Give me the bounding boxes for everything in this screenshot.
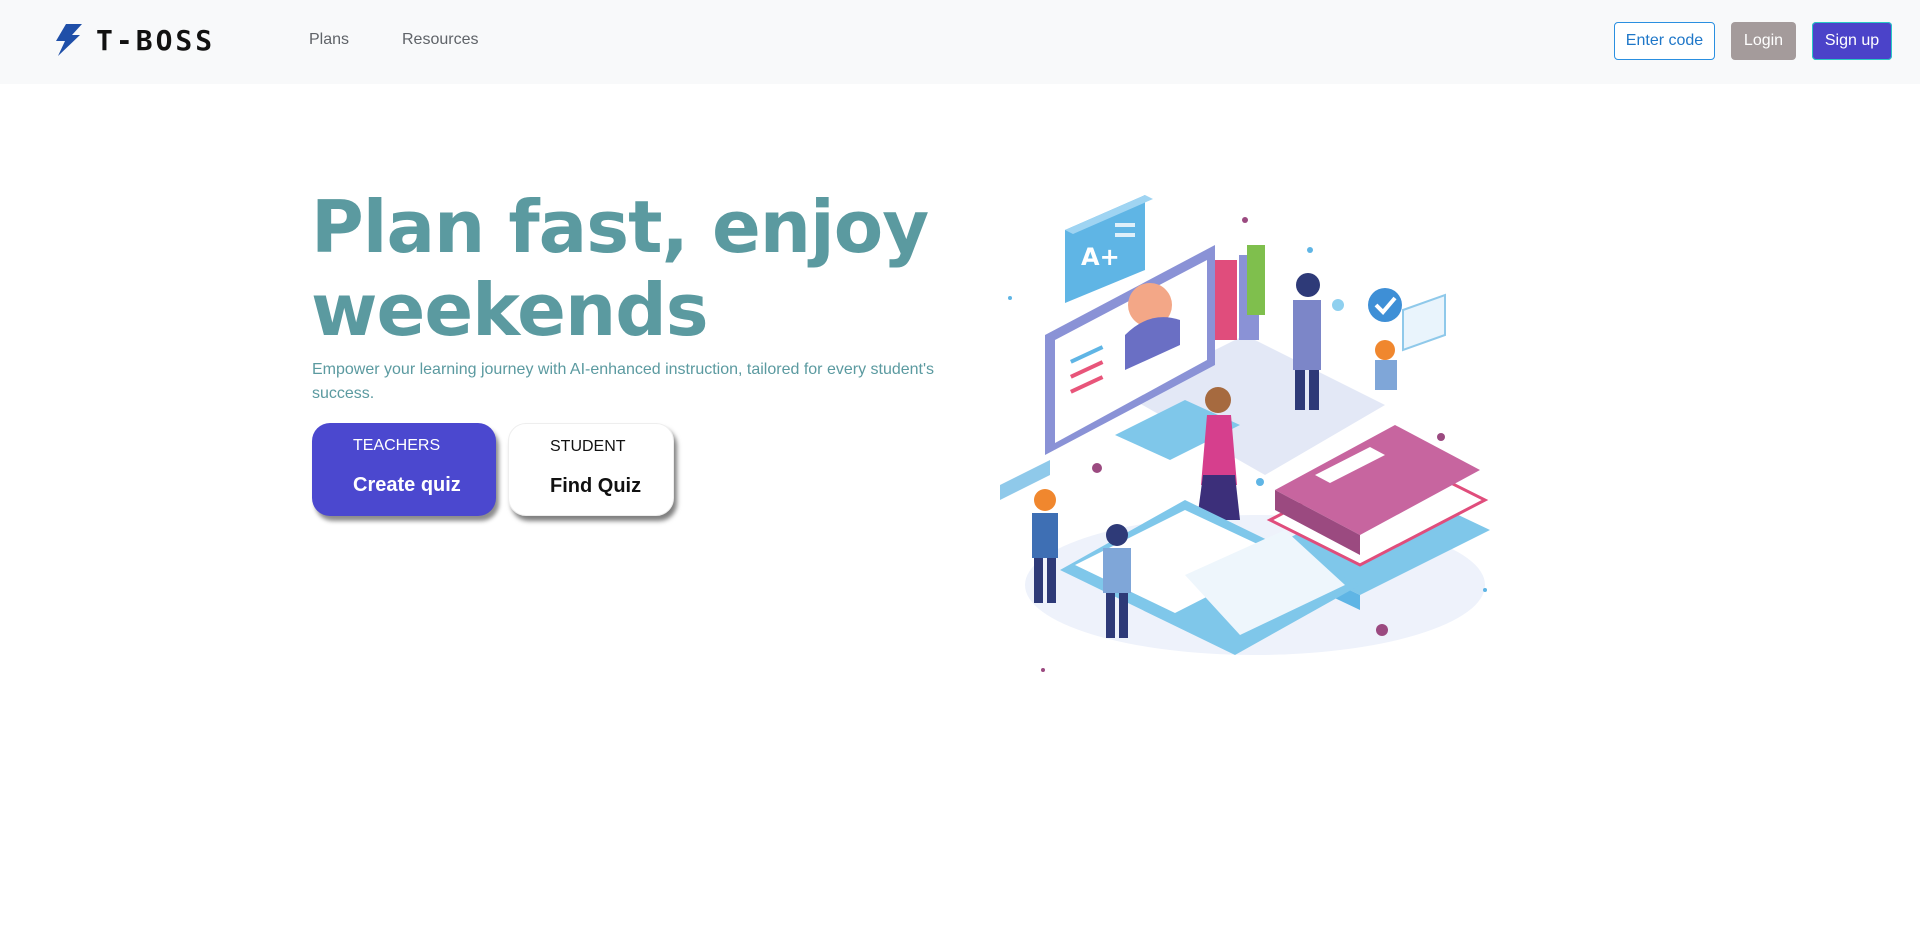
student-find-quiz-card[interactable]: STUDENT Find Quiz [508,423,674,516]
nav-link-resources[interactable]: Resources [402,31,478,49]
create-quiz-label: Create quiz [353,474,461,496]
navbar: T-BOSS Plans Resources Enter code Login … [0,0,1920,84]
lightning-bolt-icon [56,24,82,56]
signup-button[interactable]: Sign up [1812,22,1892,60]
brand-logo[interactable]: T-BOSS [52,22,215,58]
hero-subtitle: Empower your learning journey with AI-en… [312,361,935,402]
login-button[interactable]: Login [1731,22,1796,60]
enter-code-button[interactable]: Enter code [1614,22,1715,60]
hero-illustration: A+ [1000,195,1490,672]
student-label: STUDENT [550,438,626,455]
teachers-create-quiz-card[interactable]: TEACHERS Create quiz [312,423,496,516]
teachers-label: TEACHERS [353,437,441,454]
nav-link-plans[interactable]: Plans [309,31,349,49]
grade-text: A+ [1081,243,1120,271]
hero-title: Plan fast, enjoy weekends [311,185,929,352]
check-icon [1368,288,1402,322]
find-quiz-label: Find Quiz [550,475,642,497]
brand-name: T-BOSS [96,23,216,57]
